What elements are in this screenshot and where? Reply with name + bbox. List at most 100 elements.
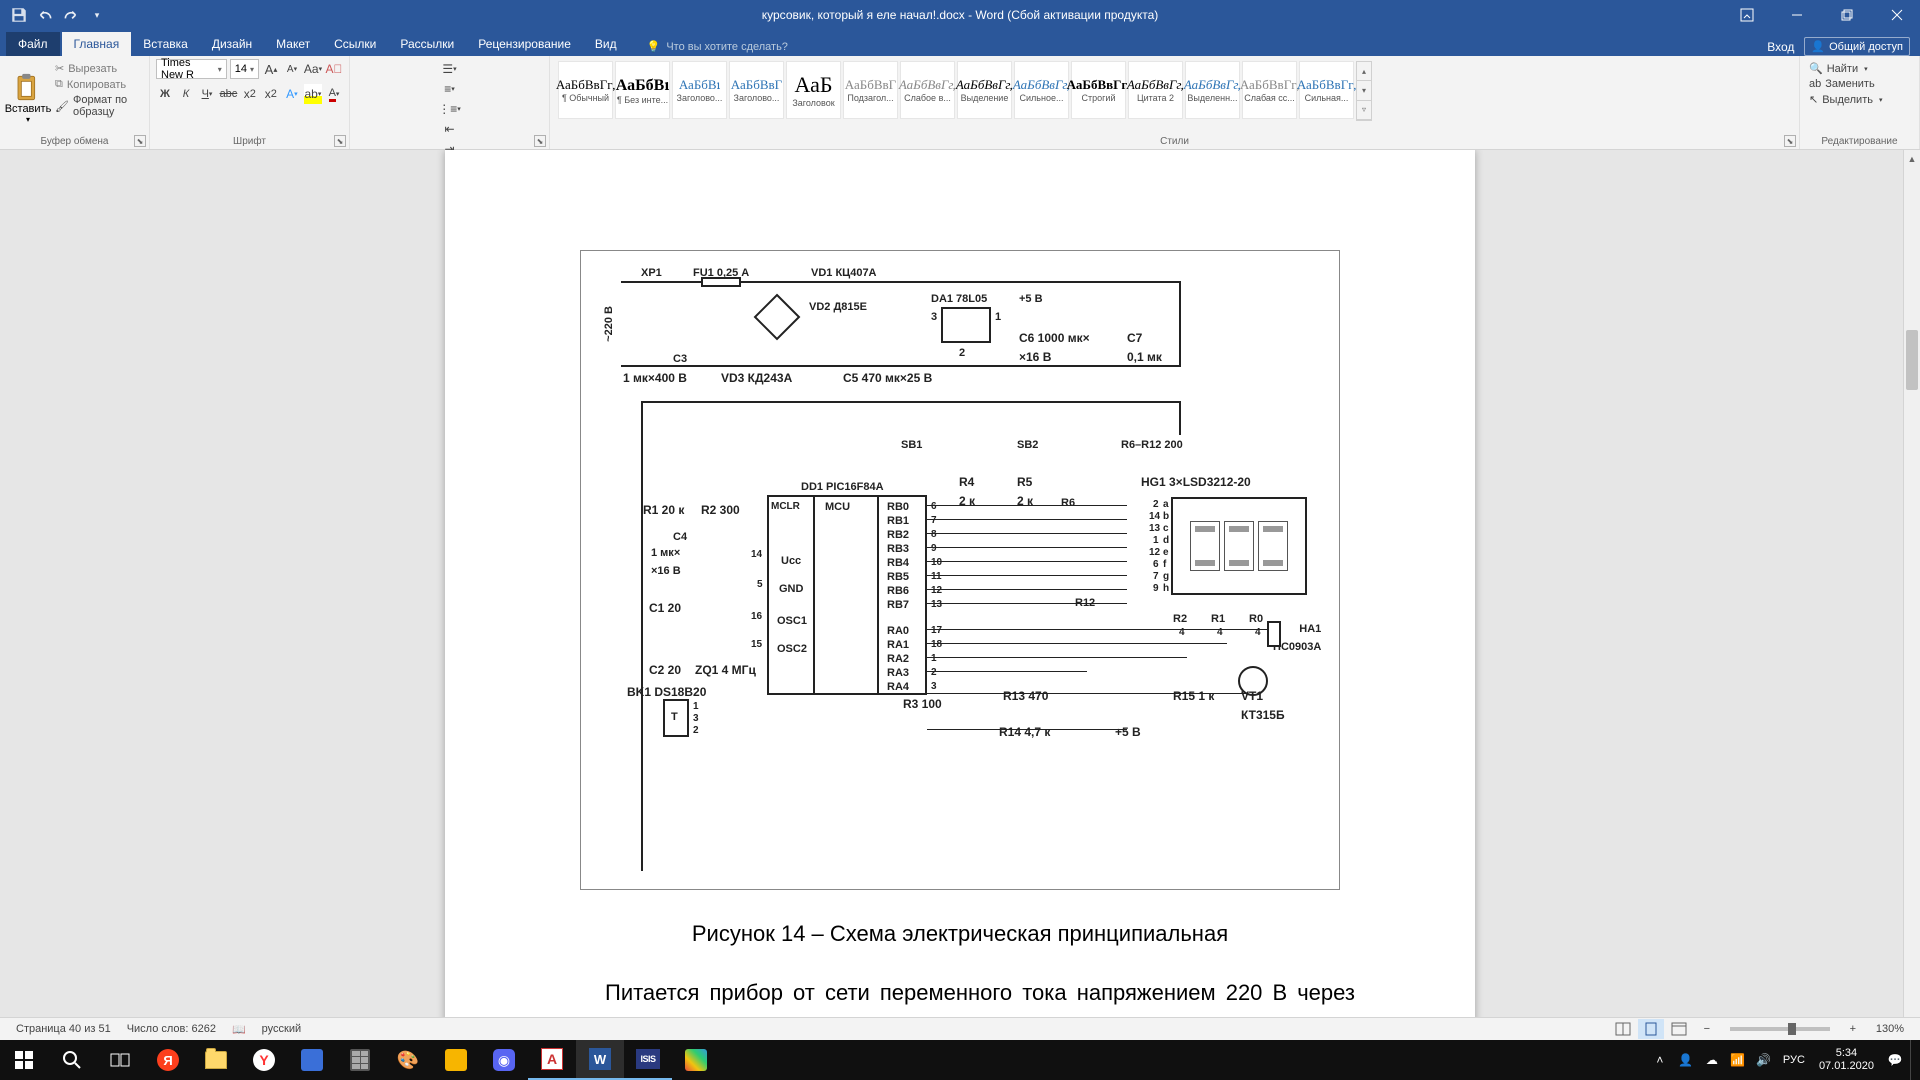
search-button[interactable] [48,1040,96,1080]
scroll-up-button[interactable]: ▲ [1904,150,1920,167]
style-quote[interactable]: АаБбВвГг,Цитата 2 [1128,61,1183,119]
bullets-button[interactable]: ☰▾ [356,59,543,79]
tab-references[interactable]: Ссылки [322,32,388,56]
tray-network-icon[interactable]: 📶 [1727,1040,1749,1080]
tab-review[interactable]: Рецензирование [466,32,583,56]
style-normal[interactable]: АаБбВвГг,¶ Обычный [558,61,613,119]
italic-button[interactable]: К [177,84,195,104]
replace-button[interactable]: abЗаменить [1806,77,1885,91]
share-button[interactable]: 👤 Общий доступ [1804,37,1910,56]
style-subtle-emphasis[interactable]: АаБбВвГг,Слабое в... [900,61,955,119]
zoom-out-button[interactable]: − [1694,1019,1720,1039]
highlight-button[interactable]: ab▾ [304,84,322,104]
tray-clock[interactable]: 5:34 07.01.2020 [1813,1047,1880,1073]
tab-layout[interactable]: Макет [264,32,322,56]
scroll-thumb[interactable] [1906,330,1918,390]
clipboard-dialog-launcher[interactable]: ⬊ [134,135,146,147]
font-dialog-launcher[interactable]: ⬊ [334,135,346,147]
qat-redo[interactable] [62,6,80,24]
tell-me-search[interactable]: 💡 Что вы хотите сделать? [641,37,794,56]
find-button[interactable]: 🔍Найти▾ [1806,61,1885,76]
tab-mailings[interactable]: Рассылки [388,32,466,56]
taskbar-app-isis[interactable]: ISIS [624,1040,672,1080]
style-nospacing[interactable]: АаБбВı¶ Без инте... [615,61,670,119]
view-read-mode[interactable] [1610,1019,1636,1039]
tab-home[interactable]: Главная [62,32,132,56]
subscript-button[interactable]: x2 [241,84,259,104]
style-strong[interactable]: АаБбВвГг,Строгий [1071,61,1126,119]
zoom-value[interactable]: 130% [1868,1023,1912,1035]
taskbar-app-calculator[interactable] [336,1040,384,1080]
font-color-button[interactable]: A▾ [325,84,343,104]
style-emphasis[interactable]: АаБбВвГг,Выделение [957,61,1012,119]
tray-volume-icon[interactable]: 🔊 [1753,1040,1775,1080]
qat-undo[interactable] [36,6,54,24]
underline-button[interactable]: Ч▾ [198,84,216,104]
style-subtitle[interactable]: АаБбВвГПодзагол... [843,61,898,119]
style-heading1[interactable]: АаБбВıЗаголово... [672,61,727,119]
shrink-font-button[interactable]: A▾ [283,59,301,79]
tray-notifications-icon[interactable]: 💬 [1884,1040,1906,1080]
style-intense-ref[interactable]: АаБбВвГг,Сильная... [1299,61,1354,119]
style-heading2[interactable]: АаБбВвГЗаголово... [729,61,784,119]
taskbar-app-yandex-browser[interactable]: Y [240,1040,288,1080]
zoom-slider[interactable] [1730,1027,1830,1031]
tray-show-hidden-icon[interactable]: ˄ [1649,1040,1671,1080]
style-intense-quote[interactable]: АаБбВвГг,Выделенн... [1185,61,1240,119]
ribbon-display-options[interactable] [1724,0,1770,30]
tray-language[interactable]: РУС [1779,1040,1809,1080]
grow-font-button[interactable]: A▴ [262,59,280,79]
minimize-button[interactable] [1774,0,1820,30]
qat-save[interactable] [10,6,28,24]
taskbar-app-autocad[interactable]: A [528,1040,576,1080]
status-spellcheck[interactable]: 📖 [224,1023,254,1036]
multilevel-button[interactable]: ⋮≡▾ [356,99,543,119]
document-area[interactable]: XP1 FU1 0,25 А VD1 КЦ407А VD2 Д815Е DA1 … [0,150,1920,1049]
taskbar-app-explorer[interactable] [192,1040,240,1080]
copy-button[interactable]: ⧉Копировать [52,77,143,92]
sign-in-link[interactable]: Вход [1767,40,1794,54]
format-painter-button[interactable]: 🖌Формат по образцу [52,93,143,119]
tray-onedrive-icon[interactable]: ☁ [1701,1040,1723,1080]
maximize-button[interactable] [1824,0,1870,30]
qat-customize[interactable]: ▾ [88,6,106,24]
close-button[interactable] [1874,0,1920,30]
status-word-count[interactable]: Число слов: 6262 [119,1023,224,1035]
tab-view[interactable]: Вид [583,32,629,56]
style-title[interactable]: АаБЗаголовок [786,61,841,119]
taskbar-app-paint[interactable]: 🎨 [384,1040,432,1080]
tab-design[interactable]: Дизайн [200,32,264,56]
view-print-layout[interactable] [1638,1019,1664,1039]
tab-insert[interactable]: Вставка [131,32,200,56]
taskbar-app-yandex-circle[interactable]: Я [144,1040,192,1080]
font-name-combo[interactable]: Times New R▾ [156,59,227,79]
taskbar-app-discord[interactable]: ◉ [480,1040,528,1080]
tray-people-icon[interactable]: 👤 [1675,1040,1697,1080]
decrease-indent-button[interactable]: ⇤ [356,119,543,139]
vertical-scrollbar[interactable]: ▲ ▼ [1903,150,1920,1049]
clear-formatting-button[interactable]: A⃠ [325,59,343,79]
cut-button[interactable]: ✂Вырезать [52,61,143,76]
paragraph-dialog-launcher[interactable]: ⬊ [534,135,546,147]
view-web-layout[interactable] [1666,1019,1692,1039]
status-language[interactable]: русский [254,1023,309,1035]
bold-button[interactable]: Ж [156,84,174,104]
zoom-in-button[interactable]: + [1840,1019,1866,1039]
taskbar-app-game[interactable] [432,1040,480,1080]
superscript-button[interactable]: x2 [262,84,280,104]
numbering-button[interactable]: ≡▾ [356,79,543,99]
paste-button[interactable]: Вставить ▾ [6,59,50,135]
taskbar-app-misc[interactable] [672,1040,720,1080]
styles-gallery-expand[interactable]: ▴▾▿ [1356,61,1372,121]
taskbar-app-word[interactable]: W [576,1040,624,1080]
styles-dialog-launcher[interactable]: ⬊ [1784,135,1796,147]
taskbar-app-antivirus[interactable] [288,1040,336,1080]
task-view-button[interactable] [96,1040,144,1080]
select-button[interactable]: ↖Выделить▾ [1806,92,1885,107]
zoom-slider-thumb[interactable] [1788,1023,1796,1035]
text-effects-button[interactable]: A▾ [283,84,301,104]
font-size-combo[interactable]: 14▾ [230,59,259,79]
schematic-image[interactable]: XP1 FU1 0,25 А VD1 КЦ407А VD2 Д815Е DA1 … [580,250,1340,890]
style-intense-emphasis[interactable]: АаБбВвГг,Сильное... [1014,61,1069,119]
show-desktop-button[interactable] [1910,1040,1916,1080]
